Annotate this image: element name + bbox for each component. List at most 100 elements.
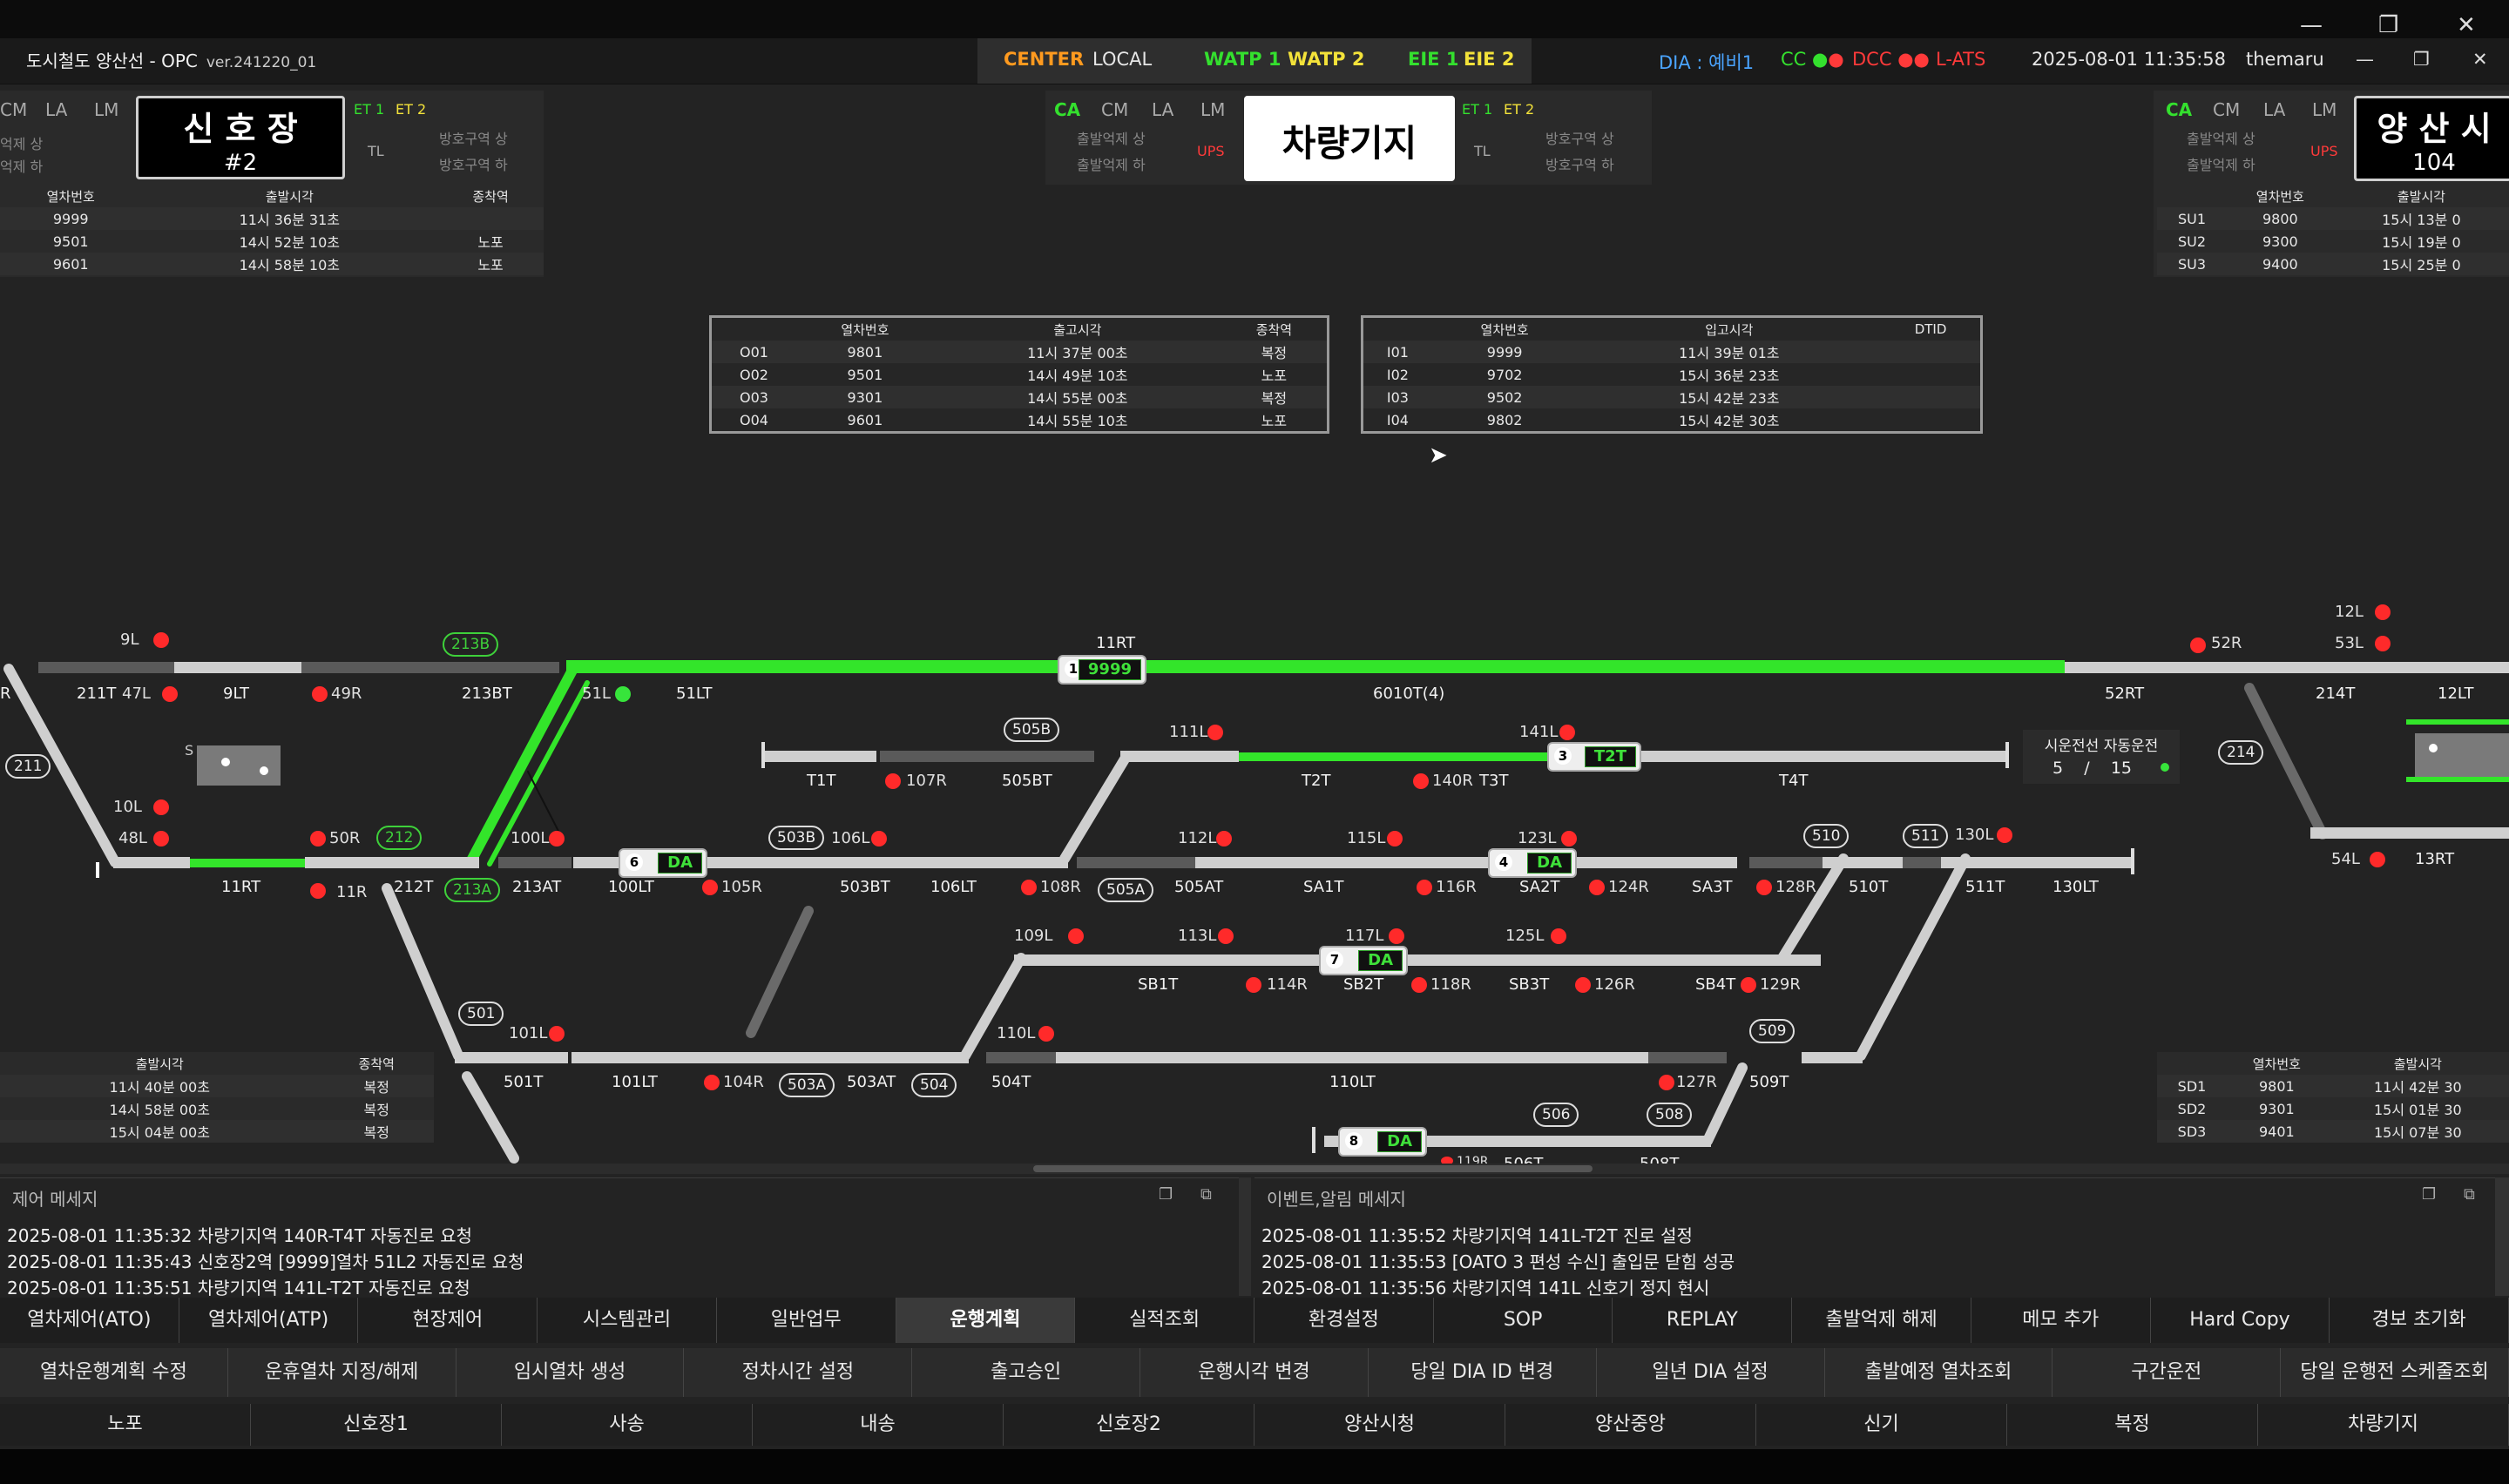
train-7[interactable]: 7 DA — [1319, 946, 1408, 975]
switch-506[interactable]: 506 — [1533, 1103, 1579, 1127]
signal-10l[interactable] — [153, 799, 169, 815]
signal-127r[interactable] — [1659, 1075, 1674, 1090]
signal-126r[interactable] — [1575, 977, 1591, 993]
message-divider[interactable] — [1239, 1177, 1251, 1296]
menu-replay[interactable]: REPLAY — [1613, 1298, 1793, 1343]
track-t2t-left[interactable] — [1120, 751, 1239, 762]
signal-12l[interactable] — [2375, 604, 2391, 620]
sub-year-dia[interactable]: 일년 DIA 설정 — [1597, 1348, 1825, 1397]
panel-popout-icon[interactable]: ⧉ — [1200, 1185, 1212, 1204]
signal-123l[interactable] — [1561, 831, 1577, 847]
track-110lt[interactable] — [1056, 1052, 1648, 1063]
switch-501[interactable]: 501 — [458, 1002, 504, 1026]
switch-505b[interactable]: 505B — [1004, 718, 1060, 742]
signal-128r[interactable] — [1756, 880, 1772, 895]
track-51lt-route[interactable] — [566, 660, 2065, 673]
sub-temp-train[interactable]: 임시열차 생성 — [456, 1348, 685, 1397]
switch-504[interactable]: 504 — [911, 1073, 957, 1097]
diagram-scrollbar[interactable] — [0, 1164, 2509, 1174]
menu-general[interactable]: 일반업무 — [717, 1298, 896, 1343]
switch-213a[interactable]: 213A — [444, 878, 501, 902]
sub-dispatch-approve[interactable]: 출고승인 — [912, 1348, 1141, 1397]
track-511t[interactable] — [1941, 857, 2133, 868]
switch-510[interactable]: 510 — [1803, 824, 1850, 848]
switch-511[interactable]: 511 — [1903, 824, 1949, 848]
signal-101l[interactable] — [549, 1026, 565, 1042]
signal-112l[interactable] — [1216, 831, 1232, 847]
track-sb-row[interactable] — [1228, 954, 1821, 966]
signal-113l[interactable] — [1218, 928, 1234, 944]
track-505bt[interactable] — [880, 751, 1094, 762]
signal-53l[interactable] — [2375, 636, 2391, 651]
sub-departure-query[interactable]: 출발예정 열차조회 — [1825, 1348, 2053, 1397]
track-510t-end[interactable] — [1903, 857, 1941, 868]
station-bokjeong[interactable]: 복정 — [2007, 1404, 2258, 1446]
track-501t[interactable] — [455, 1052, 568, 1063]
track-212t[interactable] — [305, 857, 479, 868]
track-9lt[interactable] — [174, 662, 301, 673]
track-509t[interactable] — [1802, 1052, 1863, 1063]
switch-509[interactable]: 509 — [1749, 1019, 1796, 1043]
menu-release-suppress[interactable]: 출발억제 해제 — [1792, 1298, 1971, 1343]
station-signal1[interactable]: 신호장1 — [251, 1404, 502, 1446]
menu-alarm-reset[interactable]: 경보 초기화 — [2330, 1298, 2509, 1343]
trial-run-panel[interactable]: 시운전선 자동운전 5 / 15 — [2023, 730, 2180, 784]
table-row[interactable]: SD1 9801 11시 42분 30 — [2157, 1075, 2509, 1097]
track-t2t-route[interactable] — [1239, 752, 1596, 761]
signal-11r[interactable] — [310, 883, 326, 899]
sub-dia-id[interactable]: 당일 DIA ID 변경 — [1369, 1348, 1597, 1397]
signal-49r[interactable] — [312, 686, 328, 702]
sub-edit-plan[interactable]: 열차운행계획 수정 — [0, 1348, 228, 1397]
train-6[interactable]: 6 DA — [619, 848, 707, 878]
panel-copy-icon[interactable]: ❐ — [2422, 1185, 2436, 1204]
menu-results[interactable]: 실적조회 — [1075, 1298, 1255, 1343]
menu-ato[interactable]: 열차제어(ATO) — [0, 1298, 179, 1343]
table-row[interactable]: 15시 04분 00초 복정 — [0, 1120, 434, 1143]
crossover-box-right[interactable] — [2415, 733, 2509, 782]
signal-140r[interactable] — [1413, 773, 1429, 789]
sub-suspend-train[interactable]: 운휴열차 지정/해제 — [228, 1348, 456, 1397]
track-52rt[interactable] — [2065, 662, 2185, 673]
table-row[interactable]: SD3 9401 15시 07분 30 — [2157, 1120, 2509, 1143]
menu-atp[interactable]: 열차제어(ATP) — [179, 1298, 359, 1343]
signal-50r[interactable] — [310, 831, 326, 847]
track-11rt-left[interactable] — [113, 857, 190, 868]
station-sasong[interactable]: 사송 — [502, 1404, 753, 1446]
sub-dwell-time[interactable]: 정차시간 설정 — [684, 1348, 913, 1397]
signal-116r[interactable] — [1417, 880, 1432, 895]
sub-schedule-query[interactable]: 당일 운행전 스케줄조회 — [2281, 1348, 2509, 1397]
track-12lt[interactable] — [2394, 662, 2509, 673]
signal-114r[interactable] — [1246, 977, 1261, 993]
station-yangsan-central[interactable]: 양산중앙 — [1505, 1404, 1756, 1446]
menu-add-memo[interactable]: 메모 추가 — [1971, 1298, 2151, 1343]
signal-105r[interactable] — [702, 880, 718, 895]
station-nopo[interactable]: 노포 — [0, 1404, 251, 1446]
track-213bt[interactable] — [301, 662, 559, 673]
train-4[interactable]: 4 DA — [1488, 848, 1577, 878]
track-sa3t[interactable] — [1749, 857, 1823, 868]
signal-100l[interactable] — [549, 831, 565, 847]
signal-125l[interactable] — [1551, 928, 1566, 944]
switch-503a[interactable]: 503A — [779, 1073, 835, 1097]
menu-sop[interactable]: SOP — [1434, 1298, 1613, 1343]
signal-48l[interactable] — [153, 831, 169, 847]
signal-141l[interactable] — [1559, 725, 1575, 740]
train-8[interactable]: 8 DA — [1338, 1127, 1427, 1157]
signal-104r[interactable] — [704, 1075, 720, 1090]
signal-107r[interactable] — [885, 773, 901, 789]
signal-108r[interactable] — [1021, 880, 1037, 895]
table-row[interactable]: 11시 40분 00초 복정 — [0, 1075, 434, 1097]
switch-505a[interactable]: 505A — [1098, 878, 1154, 902]
track-504t[interactable] — [986, 1052, 1056, 1063]
track-106lt[interactable] — [941, 857, 1068, 868]
panel-copy-icon[interactable]: ❐ — [1159, 1185, 1173, 1204]
track-sb1t[interactable] — [1014, 954, 1228, 966]
track-505at[interactable] — [1077, 857, 1195, 868]
train-1[interactable]: 1 9999 — [1058, 655, 1146, 685]
track-214t[interactable] — [2185, 662, 2394, 673]
switch-211[interactable]: 211 — [5, 754, 51, 779]
switch-503b[interactable]: 503B — [768, 826, 825, 850]
menu-field-control[interactable]: 현장제어 — [358, 1298, 538, 1343]
signal-110l[interactable] — [1038, 1026, 1054, 1042]
signal-118r[interactable] — [1411, 977, 1427, 993]
